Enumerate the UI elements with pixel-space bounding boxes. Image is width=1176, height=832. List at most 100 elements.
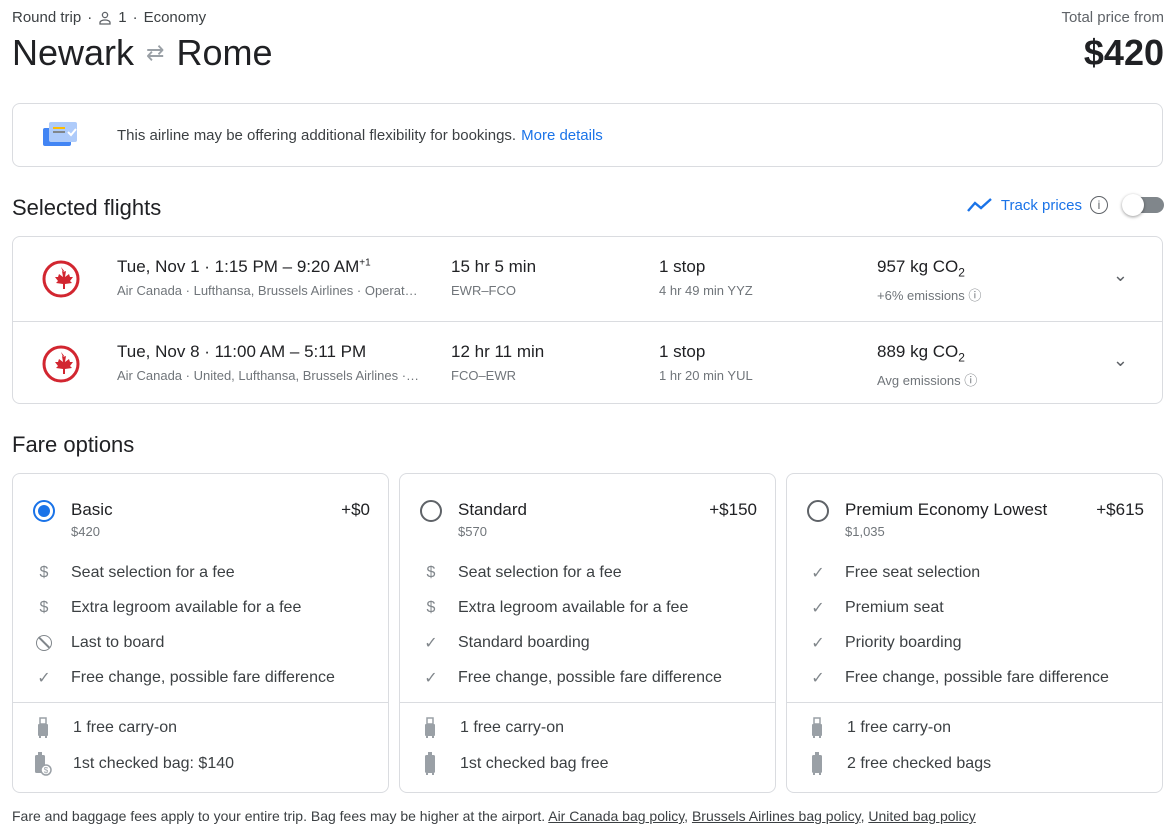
dollar-icon: $ xyxy=(426,564,436,581)
expand-chevron-icon[interactable]: ⌄ xyxy=(1113,265,1128,286)
fare-feature: ✓ Premium seat xyxy=(787,596,1162,620)
fare-price-delta: +$150 xyxy=(709,500,757,519)
fare-feature-text: Priority boarding xyxy=(845,634,962,651)
dollar-icon: $ xyxy=(426,599,436,616)
flight-date: Tue, Nov 1 xyxy=(117,257,200,276)
fare-feature: ✓ Free change, possible fare difference xyxy=(13,666,388,690)
footnote-text: Fare and baggage fees apply to your enti… xyxy=(12,808,546,824)
fare-price: $570 xyxy=(458,524,487,539)
flight-airlines: Air Canada · United, Lufthansa, Brussels… xyxy=(117,368,420,383)
check-icon: ✓ xyxy=(37,670,51,687)
banner-text: This airline may be offering additional … xyxy=(117,126,517,144)
checked-bag-icon xyxy=(400,752,460,776)
fare-price-delta: +$615 xyxy=(1096,500,1144,519)
baggage-text: 2 free checked bags xyxy=(847,755,992,772)
air-canada-logo-icon xyxy=(42,260,80,298)
flexibility-banner: This airline may be offering additional … xyxy=(12,103,1163,167)
fare-name: Premium Economy Lowest xyxy=(845,500,1048,519)
fare-radio[interactable] xyxy=(420,500,442,522)
baggage-text: 1st checked bag: $140 xyxy=(73,755,235,772)
fare-feature: $ Seat selection for a fee xyxy=(13,561,388,585)
flight-stops: 1 stop xyxy=(659,342,706,361)
dollar-icon: $ xyxy=(39,564,49,581)
page-title: Newark ⇄ Rome xyxy=(12,32,273,74)
flight-duration: 15 hr 5 min xyxy=(451,257,537,276)
destination-city: Rome xyxy=(176,32,273,73)
fare-price: $1,035 xyxy=(845,524,885,539)
passenger-count: 1 xyxy=(118,9,127,26)
flight-duration: 12 hr 11 min xyxy=(451,342,545,361)
divider xyxy=(13,702,388,703)
fare-radio[interactable] xyxy=(33,500,55,522)
ticket-icon xyxy=(43,122,77,146)
fare-feature-text: Standard boarding xyxy=(458,634,590,651)
fare-name: Standard xyxy=(458,500,527,519)
dollar-icon: $ xyxy=(39,599,49,616)
check-icon: ✓ xyxy=(811,600,825,617)
flight-route: EWR–FCO xyxy=(451,283,516,298)
next-day-marker: +1 xyxy=(359,257,371,269)
track-prices-label: Track prices xyxy=(1000,196,1082,214)
flight-row[interactable]: Tue, Nov 8 · 11:00 AM – 5:11 PM Air Canad… xyxy=(13,321,1162,405)
track-prices[interactable]: Track prices i xyxy=(966,194,1164,216)
svg-text:$: $ xyxy=(44,766,49,775)
carry-on-bag-icon xyxy=(787,717,847,739)
info-icon[interactable]: ⓘ xyxy=(968,288,981,303)
person-icon xyxy=(99,11,111,25)
fare-feature-text: Free seat selection xyxy=(845,564,981,581)
fare-radio[interactable] xyxy=(807,500,829,522)
fare-price-delta: +$0 xyxy=(341,500,370,519)
fare-card[interactable]: Basic +$0 $420 $ Seat selection for a fee $… xyxy=(12,473,389,793)
fare-feature-text: Extra legroom available for a fee xyxy=(71,599,302,616)
expand-chevron-icon[interactable]: ⌄ xyxy=(1113,350,1128,371)
flight-times: 1:15 PM – 9:20 AM xyxy=(214,257,360,276)
selected-flights-list: Tue, Nov 1 · 1:15 PM – 9:20 AM+1 Air Cana… xyxy=(12,236,1163,404)
flight-airlines: Air Canada · Lufthansa, Brussels Airline… xyxy=(117,283,418,298)
no-entry-icon xyxy=(13,634,71,652)
flight-co2: 957 kg CO xyxy=(877,257,959,276)
baggage-item: 1 free carry-on xyxy=(400,716,564,740)
check-icon: ✓ xyxy=(424,635,438,652)
origin-city: Newark xyxy=(12,32,135,73)
united-bag-policy-link[interactable]: United bag policy xyxy=(868,808,975,824)
fare-card[interactable]: Standard +$150 $570 $ Seat selection for a… xyxy=(399,473,776,793)
more-details-link[interactable]: More details xyxy=(521,127,603,144)
info-icon[interactable]: ⓘ xyxy=(964,373,977,388)
selected-flights-heading: Selected flights xyxy=(12,195,162,220)
brussels-airlines-bag-policy-link[interactable]: Brussels Airlines bag policy xyxy=(692,808,861,824)
flight-layover: 4 hr 49 min YYZ xyxy=(659,283,753,298)
fare-feature: ✓ Priority boarding xyxy=(787,631,1162,655)
total-price: $420 xyxy=(1083,32,1164,73)
fare-feature-text: Free change, possible fare difference xyxy=(71,669,335,686)
fare-options-heading: Fare options xyxy=(12,432,135,457)
fare-card[interactable]: Premium Economy Lowest +$615 $1,035 ✓ Free… xyxy=(786,473,1163,793)
info-icon[interactable]: i xyxy=(1090,196,1108,214)
flight-co2: 889 kg CO xyxy=(877,342,959,361)
trip-type: Round trip xyxy=(12,9,82,26)
check-icon: ✓ xyxy=(811,670,825,687)
fare-feature: ✓ Free change, possible fare difference xyxy=(787,666,1162,690)
fare-feature: $ Extra legroom available for a fee xyxy=(400,596,775,620)
flight-layover: 1 hr 20 min YUL xyxy=(659,368,753,383)
fare-feature-text: Extra legroom available for a fee xyxy=(458,599,689,616)
carry-on-bag-icon xyxy=(400,717,460,739)
baggage-text: 1 free carry-on xyxy=(847,719,952,736)
fare-price: $420 xyxy=(71,524,100,539)
cabin-class: Economy xyxy=(143,9,207,26)
baggage-item: $1st checked bag: $140 xyxy=(13,752,234,776)
fare-feature: Last to board xyxy=(13,631,388,655)
fare-feature: ✓ Free change, possible fare difference xyxy=(400,666,775,690)
check-icon: ✓ xyxy=(424,670,438,687)
track-prices-toggle[interactable] xyxy=(1122,194,1164,216)
flight-row[interactable]: Tue, Nov 1 · 1:15 PM – 9:20 AM+1 Air Cana… xyxy=(13,237,1162,321)
fare-feature: ✓ Free seat selection xyxy=(787,561,1162,585)
air-canada-bag-policy-link[interactable]: Air Canada bag policy xyxy=(548,808,684,824)
checked-bag-icon xyxy=(787,752,847,776)
fare-name: Basic xyxy=(71,500,113,519)
flight-times: 11:00 AM – 5:11 PM xyxy=(214,342,367,361)
fare-feature-text: Free change, possible fare difference xyxy=(845,669,1109,686)
baggage-item: 1st checked bag free xyxy=(400,752,609,776)
fare-feature-text: Seat selection for a fee xyxy=(71,564,235,581)
flight-date: Tue, Nov 8 xyxy=(117,342,200,361)
fare-feature-text: Last to board xyxy=(71,634,165,651)
